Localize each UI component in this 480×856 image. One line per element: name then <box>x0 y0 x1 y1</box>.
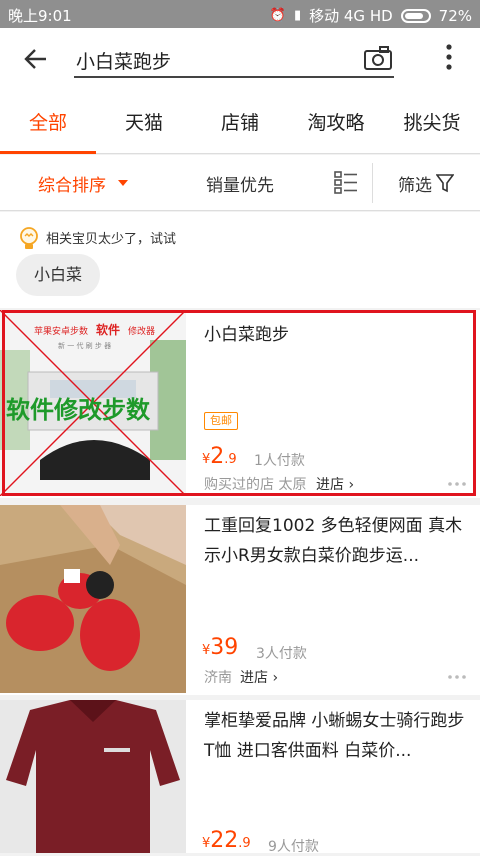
enter-shop-2[interactable]: 进店 › <box>240 667 278 687</box>
status-right: ⏰ ▮ 移动 4G HD 72% <box>270 5 472 26</box>
shop-location-2: 济南 <box>204 670 232 686</box>
product-image-3 <box>0 700 186 853</box>
sort-divider <box>372 163 373 203</box>
sort-comprehensive[interactable]: 综合排序 <box>38 171 106 196</box>
hint-text: 相关宝贝太少了，试试 <box>46 232 177 247</box>
tab-guides[interactable]: 淘攻略 <box>288 92 384 153</box>
category-tabs: 全部 天猫 店铺 淘攻略 挑尖货 <box>0 92 480 154</box>
watermark-logo: 19楼 <box>392 818 455 848</box>
price-dec-3: .9 <box>238 836 251 851</box>
battery-icon <box>400 8 431 23</box>
tab-tmall[interactable]: 天猫 <box>96 92 192 153</box>
list-view-icon[interactable] <box>334 170 358 194</box>
carrier-text: 移动 4G HD <box>309 7 393 25</box>
search-input[interactable]: 小白菜跑步 <box>74 42 394 78</box>
suggestion-panel: 相关宝贝太少了，试试 小白菜 <box>0 212 480 308</box>
tab-all[interactable]: 全部 <box>0 92 96 154</box>
sort-bar: 综合排序 销量优先 筛选 <box>0 155 480 211</box>
price-int-3: 22 <box>210 828 239 853</box>
pay-count-3: 9人付款 <box>268 839 319 855</box>
sort-sales[interactable]: 销量优先 <box>206 171 274 196</box>
filter-funnel-icon[interactable] <box>436 173 454 193</box>
back-arrow-icon[interactable] <box>22 44 52 74</box>
pay-count-2: 3人付款 <box>256 646 307 662</box>
product-price-2: ¥39 <box>202 635 239 660</box>
product-card-2[interactable]: 工重回复1002 多色轻便网面 真木示小R男女款白菜价跑步运... ¥39 3人… <box>0 505 480 695</box>
alarm-icon: ⏰ <box>269 8 286 23</box>
suggestion-chip[interactable]: 小白菜 <box>16 254 100 296</box>
product-title-2[interactable]: 工重回复1002 多色轻便网面 真木示小R男女款白菜价跑步运... <box>204 511 466 571</box>
product-title-3[interactable]: 掌柜挚爱品牌 小蜥蜴女士骑行跑步T恤 进口客供面料 白菜价... <box>204 706 466 766</box>
more-dots-icon[interactable] <box>448 675 466 679</box>
more-menu-icon[interactable] <box>446 44 452 70</box>
tab-shops[interactable]: 店铺 <box>192 92 288 153</box>
tab-premium[interactable]: 挑尖货 <box>384 92 480 153</box>
search-query: 小白菜跑步 <box>76 51 172 73</box>
caret-down-icon <box>118 180 128 186</box>
camera-icon[interactable] <box>364 46 392 70</box>
product-price-3: ¥22.9 <box>202 828 251 853</box>
filter-button[interactable]: 筛选 <box>398 171 432 196</box>
status-time: 晚上9:01 <box>8 7 72 25</box>
signal-icon: ▮ <box>293 8 302 23</box>
red-highlight-box <box>2 310 476 496</box>
battery-text: 72% <box>438 6 472 25</box>
lightbulb-icon <box>20 227 38 249</box>
status-bar: 晚上9:01 ⏰ ▮ 移动 4G HD 72% <box>0 0 480 28</box>
price-int-2: 39 <box>210 635 239 660</box>
product-image-2 <box>0 505 186 693</box>
search-header: 小白菜跑步 <box>0 28 480 92</box>
